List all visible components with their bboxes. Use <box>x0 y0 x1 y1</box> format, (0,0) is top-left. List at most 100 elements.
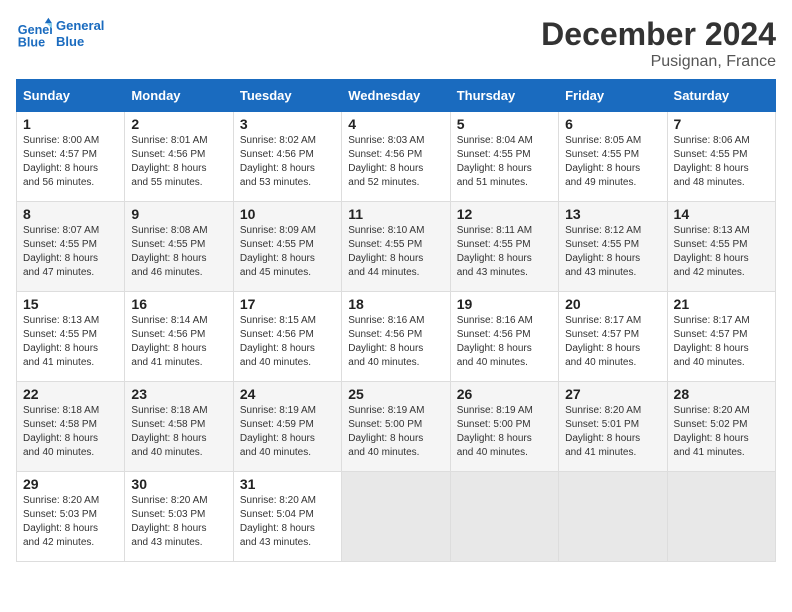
day-number: 23 <box>131 386 226 402</box>
table-row: 11 Sunrise: 8:10 AM Sunset: 4:55 PM Dayli… <box>342 202 450 292</box>
table-row: 19Sunrise: 8:16 AM Sunset: 4:56 PM Dayli… <box>450 292 558 382</box>
day-info: Sunrise: 8:00 AM Sunset: 4:57 PM Dayligh… <box>23 134 118 190</box>
day-number: 25 <box>348 386 443 402</box>
table-row <box>559 472 667 562</box>
day-number: 28 <box>674 386 769 402</box>
table-row: 14 Sunrise: 8:13 AM Sunset: 4:55 PM Dayli… <box>667 202 775 292</box>
day-info: Sunrise: 8:05 AM Sunset: 4:55 PM Dayligh… <box>565 134 660 190</box>
table-row: 31 Sunrise: 8:20 AM Sunset: 5:04 PM Dayli… <box>233 472 341 562</box>
day-info: Sunrise: 8:20 AM Sunset: 5:01 PM Dayligh… <box>565 404 660 460</box>
day-number: 9 <box>131 206 226 222</box>
day-info: Sunrise: 8:08 AM Sunset: 4:55 PM Dayligh… <box>131 224 226 280</box>
table-row: 3 Sunrise: 8:02 AM Sunset: 4:56 PM Daylig… <box>233 112 341 202</box>
table-row: 21Sunrise: 8:17 AM Sunset: 4:57 PM Dayli… <box>667 292 775 382</box>
table-row: 24Sunrise: 8:19 AM Sunset: 4:59 PM Dayli… <box>233 382 341 472</box>
logo: General Blue General Blue <box>16 16 104 52</box>
day-number: 5 <box>457 116 552 132</box>
header-wednesday: Wednesday <box>342 80 450 112</box>
day-info: Sunrise: 8:10 AM Sunset: 4:55 PM Dayligh… <box>348 224 443 280</box>
day-number: 15 <box>23 296 118 312</box>
day-info: Sunrise: 8:19 AM Sunset: 5:00 PM Dayligh… <box>348 404 443 460</box>
day-info: Sunrise: 8:06 AM Sunset: 4:55 PM Dayligh… <box>674 134 769 190</box>
table-row: 22 Sunrise: 8:18 AM Sunset: 4:58 PM Dayli… <box>17 382 125 472</box>
day-number: 31 <box>240 476 335 492</box>
day-number: 29 <box>23 476 118 492</box>
location-title: Pusignan, France <box>541 53 776 71</box>
logo-text: General Blue <box>56 18 104 49</box>
day-info: Sunrise: 8:02 AM Sunset: 4:56 PM Dayligh… <box>240 134 335 190</box>
day-number: 7 <box>674 116 769 132</box>
day-number: 11 <box>348 206 443 222</box>
table-row: 8 Sunrise: 8:07 AM Sunset: 4:55 PM Daylig… <box>17 202 125 292</box>
day-number: 20 <box>565 296 660 312</box>
day-info: Sunrise: 8:03 AM Sunset: 4:56 PM Dayligh… <box>348 134 443 190</box>
day-info: Sunrise: 8:11 AM Sunset: 4:55 PM Dayligh… <box>457 224 552 280</box>
table-row: 9 Sunrise: 8:08 AM Sunset: 4:55 PM Daylig… <box>125 202 233 292</box>
day-info: Sunrise: 8:20 AM Sunset: 5:03 PM Dayligh… <box>23 494 118 550</box>
day-number: 2 <box>131 116 226 132</box>
day-number: 18 <box>348 296 443 312</box>
table-row: 25 Sunrise: 8:19 AM Sunset: 5:00 PM Dayli… <box>342 382 450 472</box>
day-info: Sunrise: 8:17 AM Sunset: 4:57 PM Dayligh… <box>565 314 660 370</box>
table-row: 28 Sunrise: 8:20 AM Sunset: 5:02 PM Dayli… <box>667 382 775 472</box>
table-row: 15 Sunrise: 8:13 AM Sunset: 4:55 PM Dayli… <box>17 292 125 382</box>
table-row: 4 Sunrise: 8:03 AM Sunset: 4:56 PM Daylig… <box>342 112 450 202</box>
day-number: 14 <box>674 206 769 222</box>
table-row: 7 Sunrise: 8:06 AM Sunset: 4:55 PM Daylig… <box>667 112 775 202</box>
day-info: Sunrise: 8:07 AM Sunset: 4:55 PM Dayligh… <box>23 224 118 280</box>
day-number: 3 <box>240 116 335 132</box>
day-number: 30 <box>131 476 226 492</box>
page-header: General Blue General Blue December 2024 … <box>16 16 776 71</box>
day-info: Sunrise: 8:20 AM Sunset: 5:03 PM Dayligh… <box>131 494 226 550</box>
day-info: Sunrise: 8:19 AM Sunset: 4:59 PM Dayligh… <box>240 404 335 460</box>
day-info: Sunrise: 8:15 AM Sunset: 4:56 PM Dayligh… <box>240 314 335 370</box>
table-row: 29 Sunrise: 8:20 AM Sunset: 5:03 PM Dayli… <box>17 472 125 562</box>
title-area: December 2024 Pusignan, France <box>541 16 776 71</box>
day-number: 21 <box>674 296 769 312</box>
table-row <box>450 472 558 562</box>
logo-icon: General Blue <box>16 16 52 52</box>
header-monday: Monday <box>125 80 233 112</box>
header-tuesday: Tuesday <box>233 80 341 112</box>
day-number: 17 <box>240 296 335 312</box>
table-row: 30 Sunrise: 8:20 AM Sunset: 5:03 PM Dayli… <box>125 472 233 562</box>
table-row: 26Sunrise: 8:19 AM Sunset: 5:00 PM Dayli… <box>450 382 558 472</box>
day-number: 1 <box>23 116 118 132</box>
table-row: 17 Sunrise: 8:15 AM Sunset: 4:56 PM Dayli… <box>233 292 341 382</box>
day-info: Sunrise: 8:20 AM Sunset: 5:04 PM Dayligh… <box>240 494 335 550</box>
day-number: 22 <box>23 386 118 402</box>
day-number: 19 <box>457 296 552 312</box>
day-info: Sunrise: 8:20 AM Sunset: 5:02 PM Dayligh… <box>674 404 769 460</box>
table-row: 20 Sunrise: 8:17 AM Sunset: 4:57 PM Dayli… <box>559 292 667 382</box>
day-info: Sunrise: 8:18 AM Sunset: 4:58 PM Dayligh… <box>23 404 118 460</box>
table-row <box>667 472 775 562</box>
day-info: Sunrise: 8:13 AM Sunset: 4:55 PM Dayligh… <box>23 314 118 370</box>
table-row: 6Sunrise: 8:05 AM Sunset: 4:55 PM Daylig… <box>559 112 667 202</box>
day-info: Sunrise: 8:01 AM Sunset: 4:56 PM Dayligh… <box>131 134 226 190</box>
day-number: 8 <box>23 206 118 222</box>
day-info: Sunrise: 8:09 AM Sunset: 4:55 PM Dayligh… <box>240 224 335 280</box>
day-info: Sunrise: 8:13 AM Sunset: 4:55 PM Dayligh… <box>674 224 769 280</box>
header-saturday: Saturday <box>667 80 775 112</box>
table-row: 5 Sunrise: 8:04 AM Sunset: 4:55 PM Daylig… <box>450 112 558 202</box>
day-number: 10 <box>240 206 335 222</box>
table-row <box>342 472 450 562</box>
day-number: 27 <box>565 386 660 402</box>
table-row: 16Sunrise: 8:14 AM Sunset: 4:56 PM Dayli… <box>125 292 233 382</box>
day-info: Sunrise: 8:18 AM Sunset: 4:58 PM Dayligh… <box>131 404 226 460</box>
table-row: 12Sunrise: 8:11 AM Sunset: 4:55 PM Dayli… <box>450 202 558 292</box>
day-number: 4 <box>348 116 443 132</box>
table-row: 27 Sunrise: 8:20 AM Sunset: 5:01 PM Dayli… <box>559 382 667 472</box>
table-row: 10 Sunrise: 8:09 AM Sunset: 4:55 PM Dayli… <box>233 202 341 292</box>
day-number: 13 <box>565 206 660 222</box>
header-sunday: Sunday <box>17 80 125 112</box>
day-info: Sunrise: 8:19 AM Sunset: 5:00 PM Dayligh… <box>457 404 552 460</box>
day-number: 16 <box>131 296 226 312</box>
table-row: 13 Sunrise: 8:12 AM Sunset: 4:55 PM Dayli… <box>559 202 667 292</box>
day-info: Sunrise: 8:12 AM Sunset: 4:55 PM Dayligh… <box>565 224 660 280</box>
svg-text:Blue: Blue <box>18 36 45 50</box>
header-friday: Friday <box>559 80 667 112</box>
weekday-header-row: Sunday Monday Tuesday Wednesday Thursday… <box>17 80 776 112</box>
header-thursday: Thursday <box>450 80 558 112</box>
day-info: Sunrise: 8:04 AM Sunset: 4:55 PM Dayligh… <box>457 134 552 190</box>
